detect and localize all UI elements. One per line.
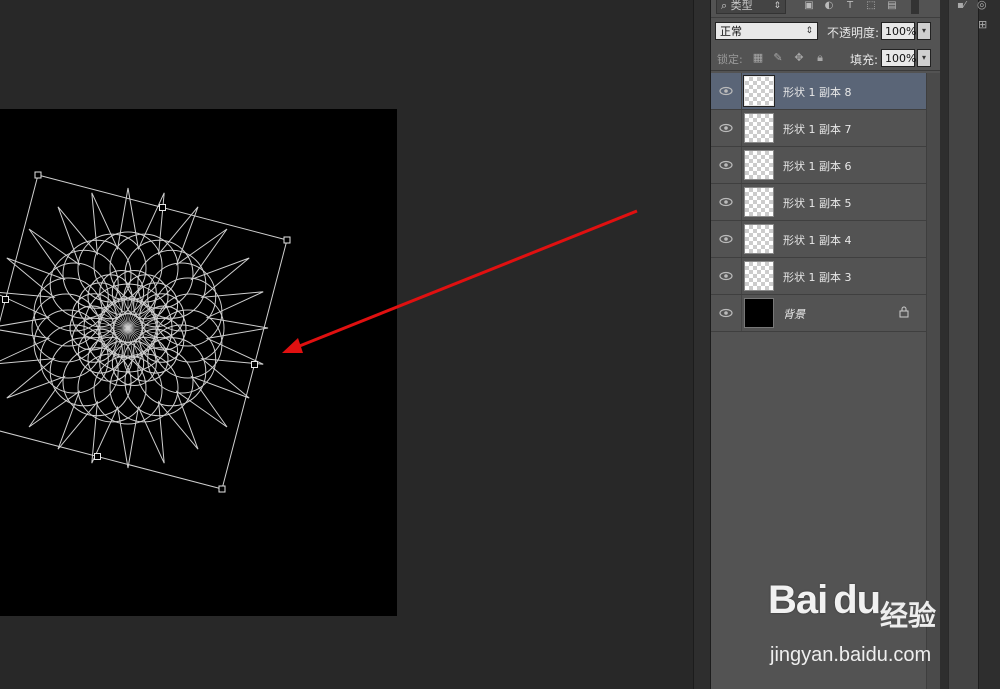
search-icon: ⌕ bbox=[721, 0, 728, 12]
opacity-input[interactable]: 100% bbox=[881, 22, 916, 40]
layer-thumbnail[interactable] bbox=[744, 113, 774, 143]
blend-mode-value: 正常 bbox=[720, 25, 742, 38]
layer-row[interactable]: 形状 1 副本 5 bbox=[711, 184, 926, 221]
blend-row: 正常 ⇕ 不透明度: 100% ▾ bbox=[711, 19, 940, 43]
visibility-separator bbox=[741, 110, 742, 146]
properties-icon[interactable]: ⊞ bbox=[978, 18, 987, 31]
layer-thumbnail[interactable] bbox=[744, 150, 774, 180]
visibility-separator bbox=[741, 295, 742, 331]
transform-handle bbox=[159, 204, 166, 211]
lock-row: 锁定: ▦ ✎ ✥ 🔒︎ 填充: 100% ▾ bbox=[711, 46, 940, 71]
layer-filter-kind[interactable]: ⌕ 类型 ⇕ bbox=[716, 0, 786, 14]
layer-filter-row: ⌕ 类型 ⇕ ▣ ◐ T ⬚ ▤ bbox=[711, 0, 940, 18]
layer-row[interactable]: 形状 1 副本 8 bbox=[711, 73, 926, 110]
transform-handle bbox=[283, 236, 291, 244]
layer-row[interactable]: 形状 1 副本 3 bbox=[711, 258, 926, 295]
chevron-updown-icon: ⇕ bbox=[805, 26, 813, 36]
lock-transparent-icon[interactable]: ▦ bbox=[752, 52, 764, 64]
lock-label: 锁定: bbox=[717, 53, 743, 66]
lock-position-move-icon[interactable]: ✥ bbox=[793, 52, 805, 64]
filter-type-icon[interactable]: T bbox=[844, 0, 856, 12]
layer-row[interactable]: 形状 1 副本 7 bbox=[711, 110, 926, 147]
layer-name[interactable]: 形状 1 副本 3 bbox=[783, 269, 852, 285]
mandala-shape bbox=[0, 171, 291, 493]
layer-name[interactable]: 形状 1 副本 6 bbox=[783, 158, 852, 174]
history-icon[interactable]: ◎ bbox=[977, 0, 987, 11]
blend-mode-select[interactable]: 正常 ⇕ bbox=[715, 22, 818, 40]
document-canvas[interactable] bbox=[0, 109, 397, 616]
eye-icon[interactable] bbox=[719, 269, 733, 283]
canvas-area[interactable] bbox=[0, 0, 693, 689]
filter-adjustment-icon[interactable]: ◐ bbox=[823, 0, 835, 12]
layer-row[interactable]: 形状 1 副本 4 bbox=[711, 221, 926, 258]
filter-toggle-switch[interactable] bbox=[911, 0, 919, 14]
lock-image-brush-icon[interactable]: ✎ bbox=[772, 52, 784, 64]
filter-kind-caret: ⇕ bbox=[773, 1, 781, 11]
visibility-separator bbox=[741, 258, 742, 294]
layer-thumbnail[interactable] bbox=[744, 187, 774, 217]
layer-row[interactable]: 背景 bbox=[711, 295, 926, 332]
visibility-separator bbox=[741, 73, 742, 109]
panel-collapse-icon[interactable]: ▪⁄ bbox=[957, 0, 965, 11]
eye-icon[interactable] bbox=[719, 158, 733, 172]
layer-row[interactable]: 形状 1 副本 6 bbox=[711, 147, 926, 184]
layers-list: 形状 1 副本 8 形状 1 副本 7 形状 1 副本 6 形状 1 副本 5 … bbox=[711, 73, 926, 332]
opacity-label: 不透明度: bbox=[827, 26, 880, 40]
opacity-dropdown[interactable]: ▾ bbox=[917, 22, 931, 40]
filter-smartobject-icon[interactable]: ▤ bbox=[886, 0, 898, 12]
lock-icon bbox=[899, 306, 909, 318]
visibility-separator bbox=[741, 184, 742, 220]
lock-all-icon[interactable]: 🔒︎ bbox=[814, 52, 826, 64]
layer-name[interactable]: 背景 bbox=[783, 306, 805, 322]
panel-divider bbox=[940, 0, 948, 689]
transform-handle bbox=[2, 296, 9, 303]
filter-pixel-icon[interactable]: ▣ bbox=[803, 0, 815, 12]
panel-gutter bbox=[693, 0, 711, 689]
fill-dropdown[interactable]: ▾ bbox=[917, 49, 931, 67]
transform-handle bbox=[34, 171, 42, 179]
layer-thumbnail[interactable] bbox=[744, 224, 774, 254]
layer-thumbnail[interactable] bbox=[744, 261, 774, 291]
visibility-separator bbox=[741, 221, 742, 257]
layer-name[interactable]: 形状 1 副本 8 bbox=[783, 84, 852, 100]
eye-icon[interactable] bbox=[719, 232, 733, 246]
fill-input[interactable]: 100% bbox=[881, 49, 916, 67]
transform-handle bbox=[218, 485, 226, 493]
transform-handle bbox=[251, 361, 258, 368]
eye-icon[interactable] bbox=[719, 121, 733, 135]
layers-scrollbar[interactable] bbox=[926, 73, 940, 689]
eye-icon[interactable] bbox=[719, 306, 733, 320]
visibility-separator bbox=[741, 147, 742, 183]
eye-icon[interactable] bbox=[719, 195, 733, 209]
layer-name[interactable]: 形状 1 副本 7 bbox=[783, 121, 852, 137]
layer-name[interactable]: 形状 1 副本 4 bbox=[783, 232, 852, 248]
layer-name[interactable]: 形状 1 副本 5 bbox=[783, 195, 852, 211]
fill-label: 填充: bbox=[850, 53, 879, 67]
filter-shape-icon[interactable]: ⬚ bbox=[865, 0, 877, 12]
collapsed-panel-strip[interactable]: ▪⁄ bbox=[948, 0, 978, 689]
eye-icon[interactable] bbox=[719, 84, 733, 98]
layers-panel: ⌕ 类型 ⇕ ▣ ◐ T ⬚ ▤ 正常 ⇕ 不透明度: 100% ▾ 锁定: ▦… bbox=[711, 0, 940, 689]
transform-handle bbox=[94, 453, 101, 460]
filter-kind-label: 类型 bbox=[730, 0, 753, 12]
side-toolbar-strip: ◎ ⊞ bbox=[977, 0, 1000, 689]
layer-thumbnail[interactable] bbox=[744, 298, 774, 328]
layer-thumbnail[interactable] bbox=[743, 75, 775, 107]
